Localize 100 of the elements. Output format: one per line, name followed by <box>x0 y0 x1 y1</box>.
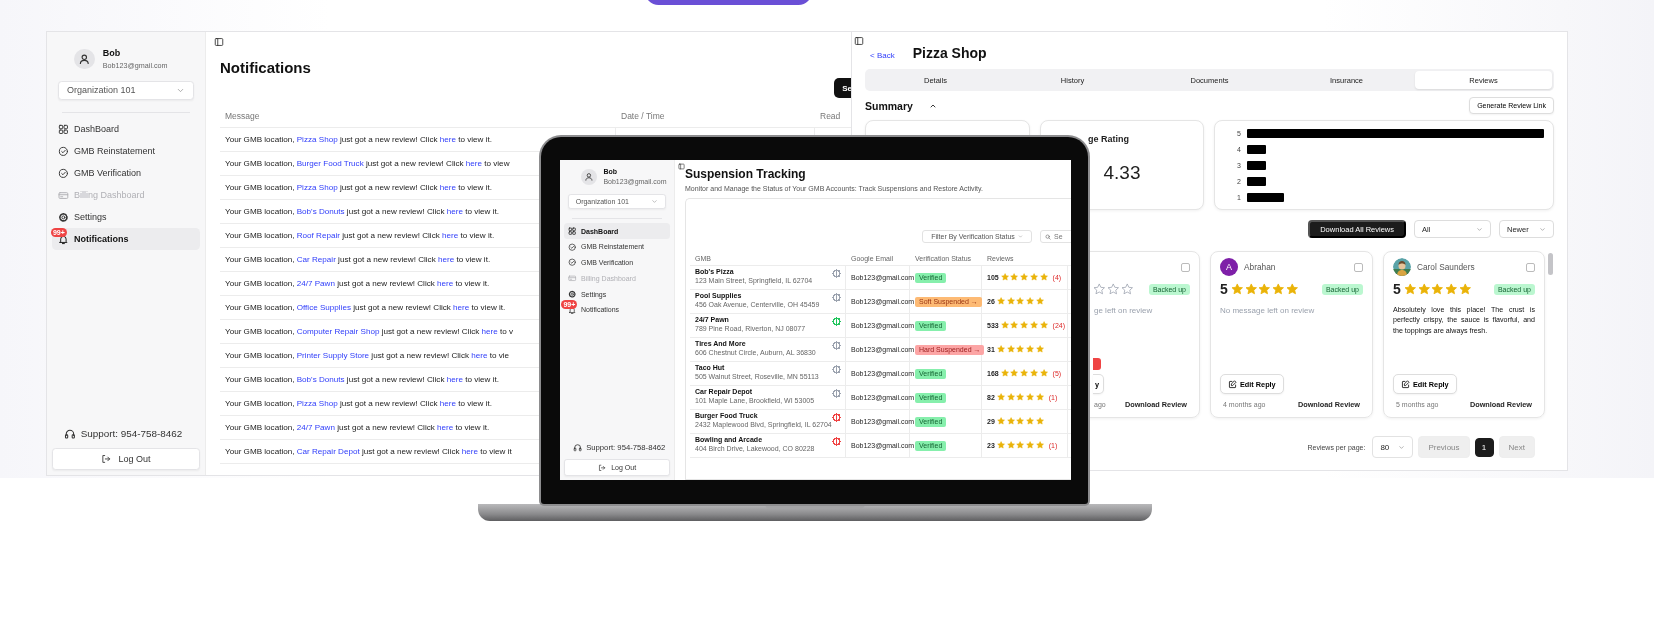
settings-icon <box>57 211 69 223</box>
select-checkbox[interactable] <box>1354 262 1363 272</box>
page-button[interactable]: 1 <box>1474 437 1494 457</box>
page-title: Notifications <box>220 59 312 77</box>
location-link[interactable]: Car Repair <box>296 255 336 264</box>
sidebar-toggle-icon <box>678 163 685 170</box>
column-header: Message <box>225 110 260 121</box>
view-link[interactable]: here <box>453 303 470 312</box>
section-title: Summary <box>865 99 913 112</box>
location-link[interactable]: Bob's Donuts <box>296 375 345 384</box>
star-icon <box>1030 321 1039 330</box>
rating-bar <box>1247 160 1266 170</box>
star-icon <box>1417 282 1431 296</box>
star-icon <box>1035 417 1045 426</box>
location-link[interactable]: Office Supplies <box>296 303 351 312</box>
star-icon <box>1459 282 1472 296</box>
rating-value: 5 <box>1393 281 1401 297</box>
location-link[interactable]: Burger Food Truck <box>296 159 364 168</box>
view-link[interactable]: here <box>465 159 483 168</box>
view-link[interactable]: here <box>446 375 463 384</box>
chevron-down-icon <box>1017 234 1023 239</box>
star-icon <box>1026 441 1035 450</box>
location-link[interactable]: Pizza Shop <box>296 135 338 144</box>
user-avatar <box>74 48 95 70</box>
star-icon <box>1230 282 1244 296</box>
location-link[interactable]: Bob's Donuts <box>296 207 345 216</box>
page-title: Pizza Shop <box>912 45 987 61</box>
view-link[interactable]: here <box>481 327 498 336</box>
review-message: ge left on review <box>1093 305 1154 317</box>
view-link[interactable]: here <box>437 423 454 432</box>
location-link[interactable]: 24/7 Pawn <box>296 279 335 288</box>
star-icon <box>1035 297 1045 306</box>
card-icon <box>57 189 69 201</box>
nav-item[interactable]: GMB Verification <box>52 162 200 185</box>
star-icon <box>1006 345 1015 354</box>
location-link[interactable]: Printer Supply Store <box>296 351 370 360</box>
sidebar-toggle-icon <box>854 36 864 46</box>
star-icon <box>1006 297 1015 306</box>
back-link[interactable]: < Back <box>870 51 895 60</box>
info-icon[interactable] <box>832 293 841 302</box>
location-link[interactable]: Computer Repair Shop <box>296 327 380 336</box>
star-icon <box>1403 282 1417 296</box>
select-checkbox[interactable] <box>1181 262 1190 272</box>
star-icon <box>996 441 1005 450</box>
notification-message: Your GMB location, 24/7 Pawn just got a new review! Click here to view it. <box>225 423 490 432</box>
chevron-down-icon <box>651 197 659 205</box>
view-link[interactable]: here <box>461 447 478 456</box>
notification-message: Your GMB location, 24/7 Pawn just got a new review! Click here to view it. <box>225 279 490 288</box>
column-header: Read <box>820 110 841 121</box>
card-title: ge Rating <box>1088 134 1129 144</box>
view-link[interactable]: here <box>437 255 455 264</box>
logout-button[interactable]: Log Out <box>52 448 200 471</box>
scrollbar-thumb[interactable] <box>1548 253 1553 275</box>
notification-message: Your GMB location, Computer Repair Shop just got a new review! Click here to v <box>225 327 514 336</box>
info-icon[interactable] <box>832 437 841 446</box>
star-icon <box>1026 297 1035 306</box>
star-icon <box>1258 282 1271 296</box>
view-link[interactable]: here <box>439 183 456 192</box>
rating-bar <box>1247 144 1266 154</box>
settings-button[interactable]: Se <box>834 78 852 98</box>
location-link[interactable]: Roof Repair <box>296 231 340 240</box>
select-checkbox[interactable] <box>1526 262 1535 272</box>
info-icon[interactable] <box>832 341 841 350</box>
organization-dropdown[interactable]: Organization 101 <box>57 80 195 100</box>
info-icon[interactable] <box>832 317 841 326</box>
page-title: Suspension Tracking <box>685 167 807 181</box>
nav-item[interactable]: DashBoard <box>52 118 200 141</box>
nav-item[interactable]: GMB Reinstatement <box>52 140 200 163</box>
star-icon <box>1016 297 1025 306</box>
star-icon <box>1016 393 1025 402</box>
info-icon[interactable] <box>832 365 841 374</box>
star-icon <box>1000 369 1009 378</box>
info-icon[interactable] <box>832 269 841 278</box>
card-icon <box>568 274 577 283</box>
location-link[interactable]: Car Repair Depot <box>296 447 360 456</box>
star-icon <box>1106 282 1120 296</box>
location-link[interactable]: Pizza Shop <box>296 399 338 408</box>
info-icon[interactable] <box>832 389 841 398</box>
view-link[interactable]: here <box>446 207 463 216</box>
view-link[interactable]: here <box>437 279 454 288</box>
location-link[interactable]: 24/7 Pawn <box>296 423 335 432</box>
notification-message: Your GMB location, Car Repair just got a new review! Click here to view it. <box>225 255 491 264</box>
star-icon <box>1272 282 1285 296</box>
edit-icon <box>1401 379 1410 389</box>
star-icon <box>1030 369 1039 378</box>
chevron-down-icon <box>1539 225 1546 233</box>
star-icon <box>1006 393 1015 402</box>
notification-message: Your GMB location, Roof Repair just got a new review! Click here to view it. <box>225 231 495 240</box>
view-link[interactable]: here <box>439 399 456 408</box>
info-icon[interactable] <box>832 413 841 422</box>
star-icon <box>1039 369 1048 378</box>
view-link[interactable]: here <box>471 351 488 360</box>
rating-bar <box>1247 176 1266 186</box>
nav-item[interactable]: Settings <box>52 206 200 229</box>
star-icon <box>1020 321 1029 330</box>
view-link[interactable]: here <box>442 231 459 240</box>
view-link[interactable]: here <box>439 135 456 144</box>
location-link[interactable]: Pizza Shop <box>296 183 338 192</box>
check-circle-icon <box>57 167 69 179</box>
per-page-dropdown[interactable]: 80 <box>1372 436 1414 458</box>
